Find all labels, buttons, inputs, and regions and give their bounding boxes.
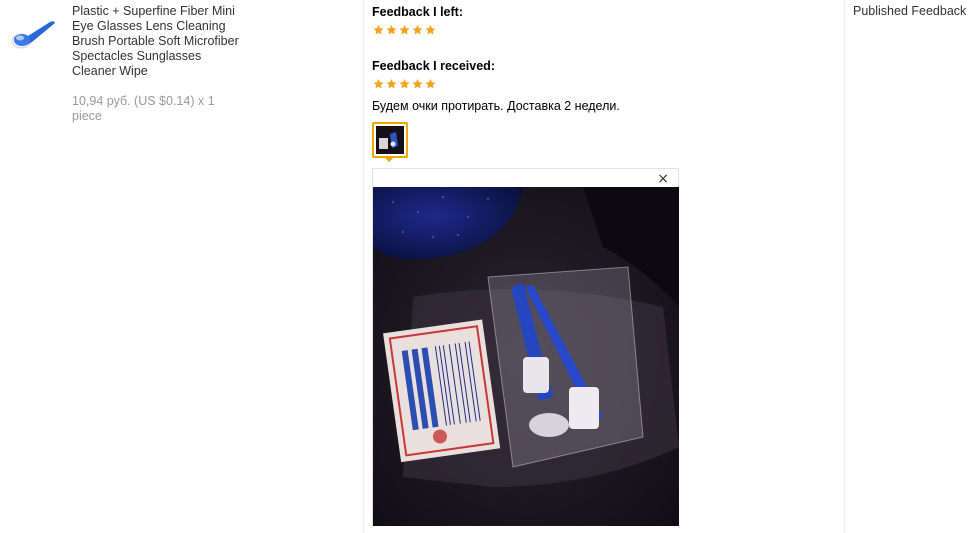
product-price: 10,94 руб. (US $0.14) x 1 piece	[72, 94, 215, 123]
feedback-photo	[373, 187, 679, 526]
feedback-photo-thumbnail[interactable]	[372, 122, 408, 158]
star-icon	[399, 25, 410, 35]
photo-thumbnail-image	[376, 126, 404, 154]
star-icon	[425, 79, 436, 89]
feedback-text: Будем очки протирать. Доставка 2 недели.	[372, 99, 620, 113]
rating-stars-received	[372, 78, 437, 90]
feedback-received-label: Feedback I received:	[372, 59, 495, 73]
star-icon	[373, 25, 384, 35]
status-published-feedback: Published Feedback	[853, 4, 967, 18]
star-icon	[425, 25, 436, 35]
star-icon	[399, 79, 410, 89]
star-icon	[386, 79, 397, 89]
column-divider	[363, 0, 364, 533]
star-icon	[373, 79, 384, 89]
star-icon	[386, 25, 397, 35]
product-title[interactable]: Plastic + Superfine Fiber Mini Eye Glass…	[72, 4, 242, 79]
photo-viewer: ×	[372, 168, 679, 526]
column-divider	[844, 0, 845, 533]
star-icon	[412, 25, 423, 35]
feedback-left-label: Feedback I left:	[372, 5, 463, 19]
thumbnail-caret	[384, 157, 394, 162]
star-icon	[412, 79, 423, 89]
close-icon[interactable]: ×	[657, 171, 669, 187]
rating-stars-left	[372, 24, 437, 36]
product-thumbnail[interactable]	[10, 14, 56, 50]
